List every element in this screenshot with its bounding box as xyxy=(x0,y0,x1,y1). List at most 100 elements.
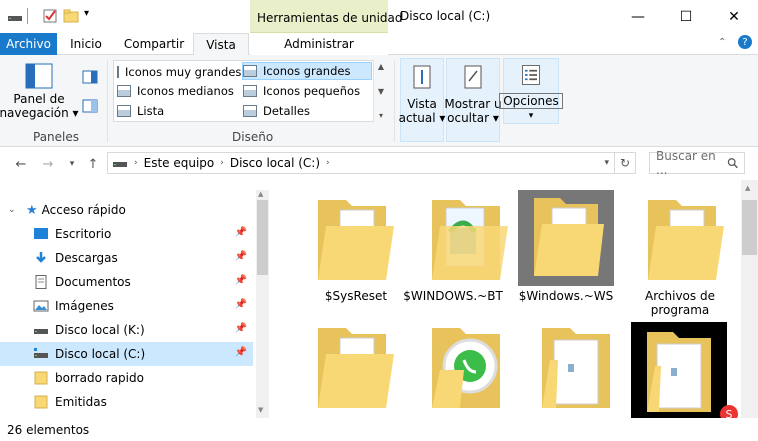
refresh-icon[interactable]: ↻ xyxy=(614,153,635,173)
address-bar[interactable]: › Este equipo › Disco local (C:) › ▾ xyxy=(107,152,636,174)
file-item[interactable] xyxy=(640,192,740,282)
nav-item-disco-c[interactable]: Disco local (C:) 📌 xyxy=(0,342,253,366)
maximize-button[interactable]: ☐ xyxy=(666,0,706,33)
drive-icon xyxy=(8,16,22,21)
layout-list[interactable]: Lista xyxy=(117,102,241,120)
system-drive-icon xyxy=(34,348,48,358)
download-icon xyxy=(36,252,46,263)
pin-icon[interactable]: 📌 xyxy=(235,299,247,310)
show-hide-button[interactable]: Mostrar u ocultar ▾ xyxy=(444,58,502,142)
forward-button[interactable]: → xyxy=(40,156,56,172)
chevron-down-icon: ⌄ xyxy=(8,205,16,215)
documents-icon xyxy=(35,275,47,289)
breadcrumb-este-equipo[interactable]: Este equipo xyxy=(144,156,215,170)
search-input[interactable]: Buscar en ... xyxy=(649,149,745,177)
folder-icon xyxy=(648,200,724,280)
context-tab-label: Herramientas de unidad xyxy=(257,11,403,25)
pictures-icon xyxy=(33,300,49,312)
address-dropdown-icon[interactable]: ▾ xyxy=(604,158,609,168)
new-folder-icon[interactable] xyxy=(63,8,79,24)
scroll-up-icon[interactable]: ▲ xyxy=(258,190,263,198)
navigation-pane-icon xyxy=(25,63,53,89)
pin-icon[interactable]: 📌 xyxy=(235,275,247,286)
file-item[interactable] xyxy=(420,320,520,410)
medium-icons-icon xyxy=(117,85,131,97)
breadcrumb-chevron-icon: › xyxy=(134,158,138,168)
breadcrumb-chevron-icon: › xyxy=(220,158,224,168)
layout-details[interactable]: Detalles xyxy=(243,102,371,120)
group-separator xyxy=(107,60,108,142)
file-item[interactable] xyxy=(530,320,630,410)
close-button[interactable]: ✕ xyxy=(714,0,754,33)
help-icon[interactable]: ? xyxy=(738,35,752,49)
drive-icon xyxy=(34,329,48,334)
search-icon xyxy=(727,158,738,169)
navigation-pane-label-1: Panel de xyxy=(13,92,65,106)
scroll-down-icon[interactable]: ▼ xyxy=(258,406,263,414)
nav-item-descargas[interactable]: Descargas 📌 xyxy=(0,246,253,270)
desktop-icon xyxy=(34,228,48,239)
layout-medium-icons[interactable]: Iconos medianos xyxy=(117,82,241,100)
file-item-selected-bg[interactable] xyxy=(518,190,614,286)
current-view-icon xyxy=(413,65,431,89)
details-pane-icon[interactable] xyxy=(82,99,98,113)
show-hide-icon xyxy=(464,65,482,89)
folder-icon xyxy=(34,371,48,385)
tab-administrar[interactable]: Administrar xyxy=(250,33,388,55)
pin-icon[interactable]: 📌 xyxy=(235,323,247,334)
whatsapp-folder-icon xyxy=(432,328,500,408)
folder-icon xyxy=(432,200,508,280)
properties-icon[interactable] xyxy=(42,8,58,24)
nav-quick-access[interactable]: ⌄ ★ Acceso rápido xyxy=(0,198,253,222)
customize-quick-access-icon[interactable]: ▾ xyxy=(84,8,89,19)
file-item[interactable] xyxy=(306,320,406,410)
status-bar xyxy=(0,418,758,441)
layout-small-icons[interactable]: Iconos pequeños xyxy=(243,82,371,100)
navigation-pane-label-2: navegación ▾ xyxy=(0,106,79,120)
tab-vista[interactable]: Vista xyxy=(193,33,249,56)
pin-icon[interactable]: 📌 xyxy=(235,251,247,262)
file-item[interactable] xyxy=(420,192,520,282)
preview-pane-icon[interactable] xyxy=(82,70,98,84)
window-title: Disco local (C:) xyxy=(400,9,491,23)
nav-item-emitidas[interactable]: Emitidas xyxy=(0,390,253,414)
minimize-button[interactable]: — xyxy=(618,0,658,33)
up-button[interactable]: ↑ xyxy=(85,156,101,172)
tab-compartir[interactable]: Compartir xyxy=(120,33,188,55)
collapse-ribbon-icon[interactable]: ⌃ xyxy=(718,37,726,48)
extra-large-icons-icon xyxy=(117,66,119,78)
layout-large-icons[interactable]: Iconos grandes xyxy=(242,62,372,80)
back-button[interactable]: ← xyxy=(13,156,29,172)
folder-icon xyxy=(534,198,604,276)
pin-icon[interactable]: 📌 xyxy=(235,227,247,238)
nav-scrollbar-thumb[interactable] xyxy=(257,200,268,275)
layout-group-label: Diseño xyxy=(232,130,274,144)
navigation-pane-button[interactable]: Panel de navegación ▾ xyxy=(0,62,79,126)
pin-icon[interactable]: 📌 xyxy=(235,347,247,358)
nav-item-documentos[interactable]: Documentos 📌 xyxy=(0,270,253,294)
scroll-up-icon[interactable]: ▲ xyxy=(745,184,750,192)
layout-extra-large-icons[interactable]: Iconos muy grandes xyxy=(117,63,241,81)
tab-inicio[interactable]: Inicio xyxy=(64,33,108,55)
recent-locations-icon[interactable]: ▾ xyxy=(64,156,80,172)
options-button[interactable]: Opciones ▾ xyxy=(499,58,563,124)
item-count: 26 elementos xyxy=(7,423,90,437)
breadcrumb-disco-local[interactable]: Disco local (C:) xyxy=(230,156,320,170)
nav-item-borrado-rapido[interactable]: borrado rapido xyxy=(0,366,253,390)
folder-icon xyxy=(34,395,48,409)
nav-item-disco-k[interactable]: Disco local (K:) 📌 xyxy=(0,318,253,342)
folder-icon xyxy=(318,200,394,280)
content-scrollbar-thumb[interactable] xyxy=(742,200,757,255)
file-name: $WINDOWS.~BT xyxy=(403,289,503,303)
nav-item-escritorio[interactable]: Escritorio 📌 xyxy=(0,222,253,246)
file-item[interactable] xyxy=(306,192,406,282)
tab-archivo[interactable]: Archivo xyxy=(0,33,57,55)
layout-gallery-scroll[interactable]: ▲ ▼ ▾ xyxy=(373,60,388,122)
current-view-button[interactable]: Vista actual ▾ xyxy=(399,58,445,142)
file-name: Archivos de programa xyxy=(645,289,715,317)
panes-group-label: Paneles xyxy=(33,130,80,144)
nav-item-imagenes[interactable]: Imágenes 📌 xyxy=(0,294,253,318)
small-icons-icon xyxy=(243,85,257,97)
list-icon xyxy=(117,105,131,117)
file-name: $Windows.~WS xyxy=(518,289,614,303)
